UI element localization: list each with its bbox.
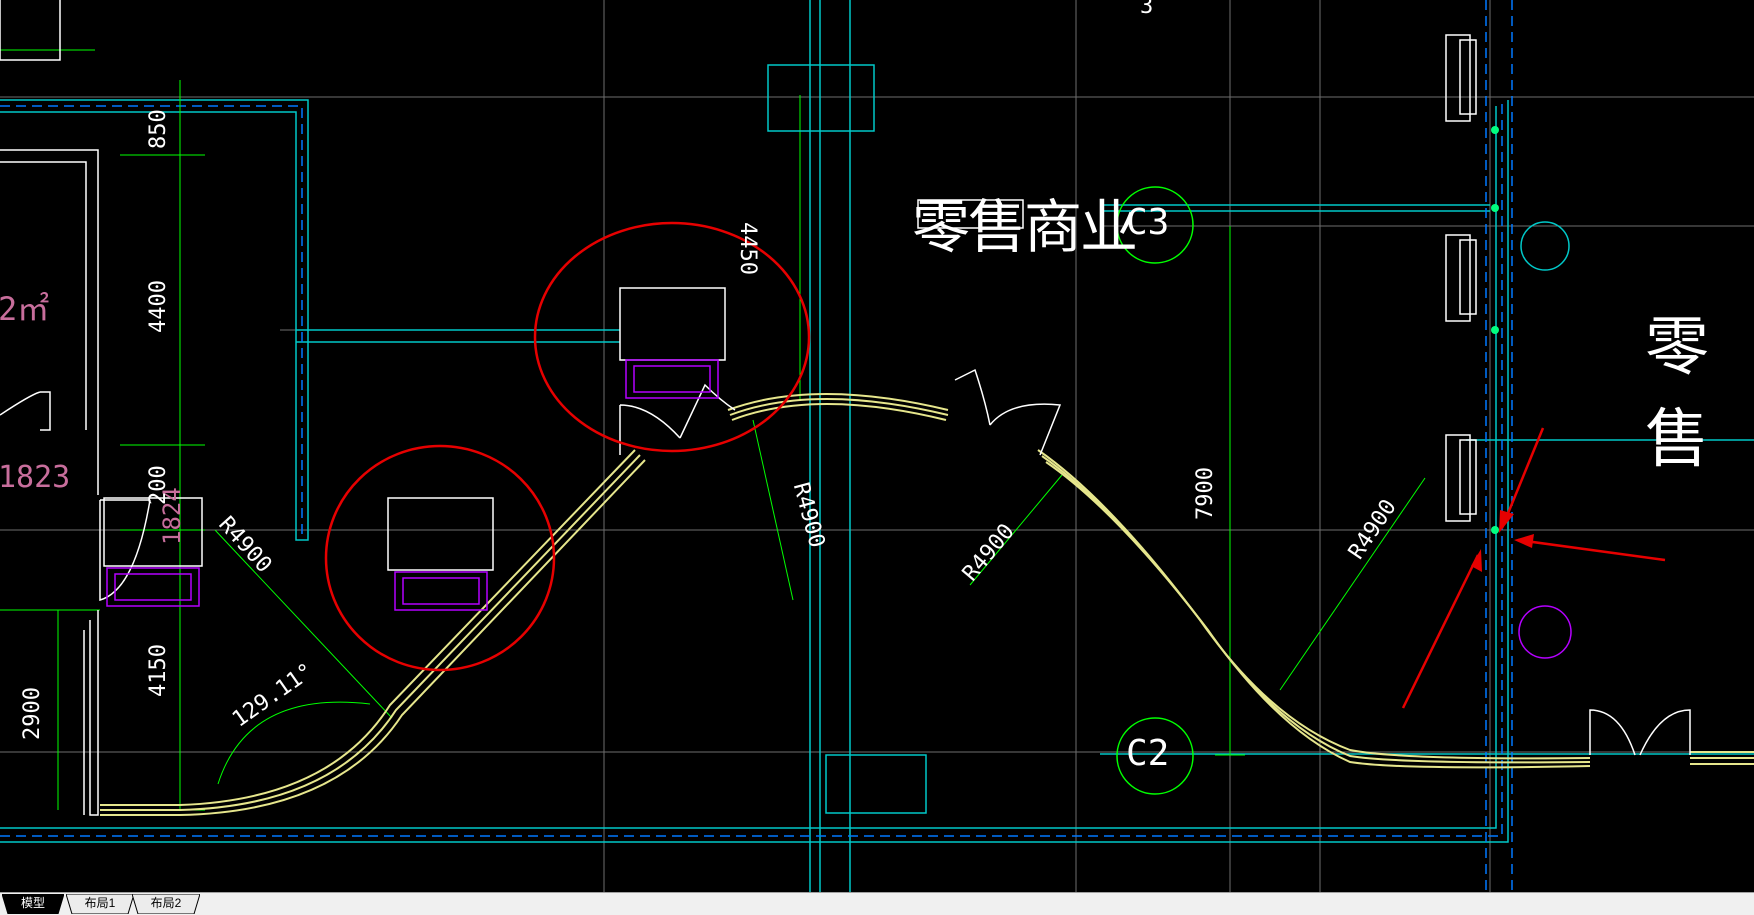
column-circle <box>1520 221 1570 271</box>
dimension-4400: 4400 <box>146 280 171 333</box>
grid-bubble-c2-label: C2 <box>1126 733 1170 774</box>
tab-layout1-label: 布局1 <box>84 896 116 910</box>
dimension-850: 850 <box>146 109 171 149</box>
cad-label-area-partial: 2㎡ <box>0 290 50 328</box>
walls <box>0 0 99 816</box>
dimension-2900: 2900 <box>20 687 45 740</box>
tab-model-label: 模型 <box>20 896 45 910</box>
grid-bubbles <box>1116 186 1194 795</box>
tab-model[interactable]: 模型 <box>2 894 64 914</box>
blue-dashed-lines <box>0 0 1513 892</box>
tab-layout2[interactable]: 布局2 <box>132 894 200 914</box>
dimension-4150: 4150 <box>146 644 171 697</box>
tab-layout1[interactable]: 布局1 <box>66 894 134 914</box>
dimension-4450: 4450 <box>735 222 760 275</box>
cyan-boxes <box>767 64 927 814</box>
cad-label-retail-commercial: 零售商业 <box>912 193 1138 261</box>
tab-layout2-label: 布局2 <box>150 896 182 910</box>
pipe-nodes <box>1491 126 1499 534</box>
dimension-7900: 7900 <box>1193 467 1218 520</box>
cad-label-room-number: 1823 <box>0 460 71 495</box>
cad-label-retail-partial: 零售 <box>1645 311 1709 477</box>
dimension-lines <box>0 49 1426 811</box>
layout-tab-bar: 模型 布局1 布局2 <box>0 892 1754 915</box>
red-annotations <box>324 221 1666 709</box>
dimension-200: 200 <box>146 465 171 505</box>
grid-bubble-c3-label: C3 <box>1126 202 1170 243</box>
cad-drawing-canvas[interactable] <box>0 0 1754 892</box>
dimension-3: 3 <box>1140 0 1154 19</box>
doors <box>99 368 1691 756</box>
drawing-viewport[interactable]: 零售商业 零售 2㎡ 1823 1824 C3 C2 850 4400 200 … <box>0 0 1754 892</box>
